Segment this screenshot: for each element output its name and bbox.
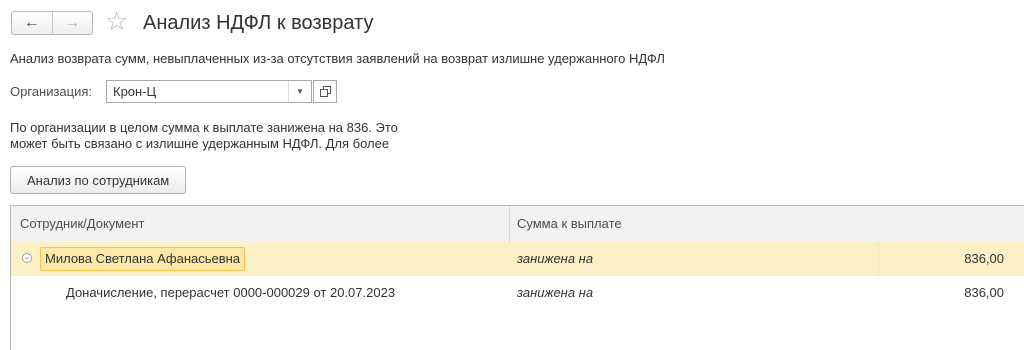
table-header: Сотрудник/Документ Сумма к выплате [11, 206, 1024, 243]
page-description: Анализ возврата сумм, невыплаченных из-з… [10, 51, 665, 66]
table-row[interactable]: − Милова Светлана Афанасьевна занижена н… [11, 242, 1024, 276]
analysis-table: Сотрудник/Документ Сумма к выплате − Мил… [10, 205, 1024, 350]
amount-status: занижена на [517, 251, 594, 266]
star-icon[interactable]: ☆ [105, 8, 128, 34]
chevron-down-icon: ▼ [296, 87, 304, 96]
notice-text: По организации в целом сумма к выплате з… [10, 120, 470, 152]
organization-label: Организация: [10, 84, 93, 99]
back-button[interactable]: ← [12, 12, 53, 34]
amount-status: занижена на [517, 285, 594, 300]
organization-field[interactable]: Крон-Ц ▼ [106, 80, 312, 103]
collapse-icon[interactable]: − [22, 253, 32, 263]
page-title: Анализ НДФЛ к возврату [143, 12, 374, 34]
navigation-buttons: ← → [11, 11, 93, 35]
arrow-left-icon: ← [23, 14, 40, 31]
notice-line-2: может быть связано с излишне удержанным … [10, 136, 390, 151]
employee-name[interactable]: Милова Светлана Афанасьевна [40, 247, 246, 271]
table-row[interactable]: Доначисление, перерасчет 0000-000029 от … [11, 276, 1024, 310]
column-amount-to-pay[interactable]: Сумма к выплате [517, 206, 622, 242]
column-employee-document[interactable]: Сотрудник/Документ [20, 206, 144, 242]
dropdown-button[interactable]: ▼ [288, 81, 311, 102]
document-name: Доначисление, перерасчет 0000-000029 от … [66, 285, 396, 300]
column-divider [509, 206, 510, 242]
amount-value: 836,00 [964, 251, 1004, 266]
notice-line-1: По организации в целом сумма к выплате з… [10, 120, 398, 135]
open-organization-button[interactable] [313, 80, 337, 103]
arrow-right-icon: → [64, 14, 81, 31]
cell-divider [878, 242, 879, 276]
analyze-by-employees-button[interactable]: Анализ по сотрудникам [10, 166, 187, 194]
organization-value[interactable]: Крон-Ц [113, 84, 156, 100]
forward-button[interactable]: → [53, 12, 93, 34]
open-window-icon [319, 86, 331, 97]
amount-value: 836,00 [964, 285, 1004, 300]
